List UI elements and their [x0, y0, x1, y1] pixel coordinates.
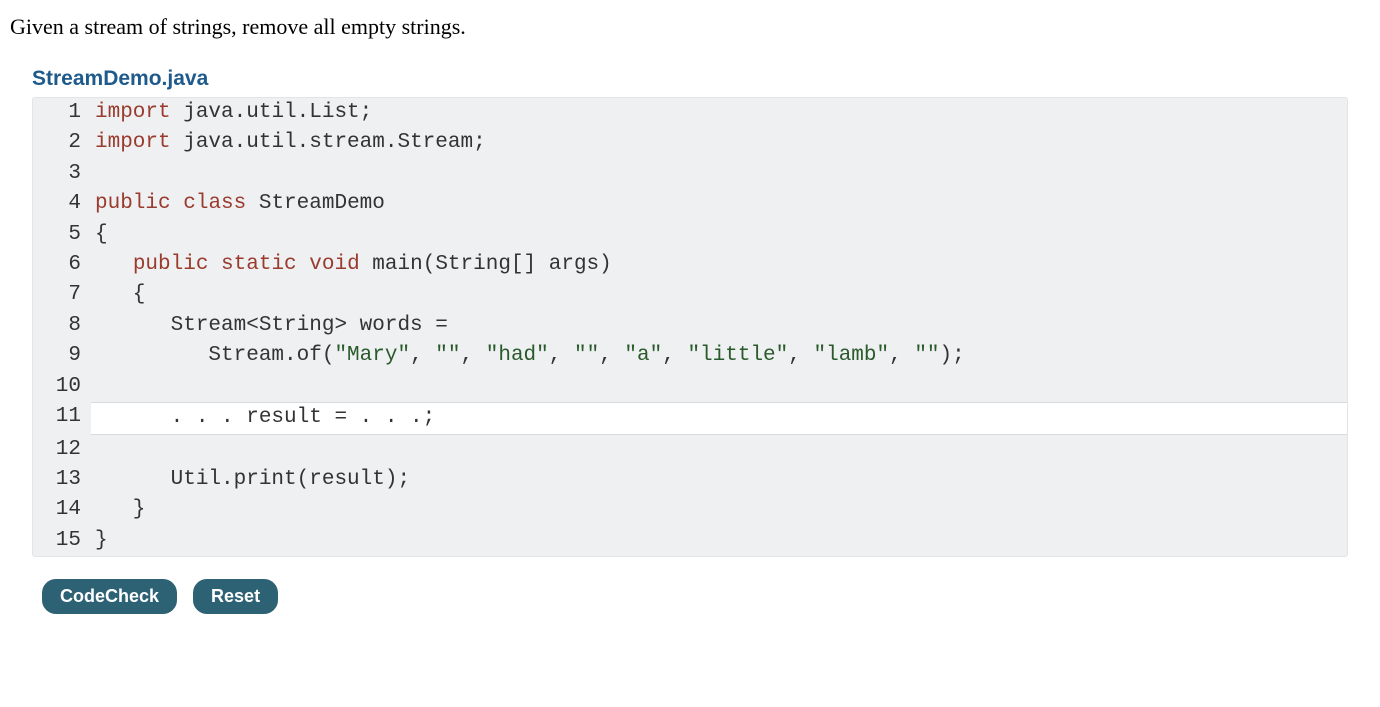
problem-statement: Given a stream of strings, remove all em… [10, 12, 1370, 43]
static-code-line: public class StreamDemo [91, 189, 1347, 219]
code-line: 9 Stream.of("Mary", "", "had", "", "a", … [33, 341, 1347, 371]
static-code-line: } [91, 495, 1347, 525]
button-bar: CodeCheck Reset [42, 579, 1370, 614]
static-code-line: { [91, 280, 1347, 310]
line-number: 14 [33, 495, 91, 525]
static-code-line: Stream.of("Mary", "", "had", "", "a", "l… [91, 341, 1347, 371]
static-code-line [91, 435, 1347, 465]
filename-heading: StreamDemo.java [32, 67, 1370, 91]
static-code-line: Util.print(result); [91, 465, 1347, 495]
line-number: 3 [33, 159, 91, 189]
code-editor: 1import java.util.List;2import java.util… [32, 97, 1348, 558]
code-line: 6 public static void main(String[] args) [33, 250, 1347, 280]
line-number: 10 [33, 372, 91, 402]
code-line: 5{ [33, 220, 1347, 250]
line-number: 1 [33, 98, 91, 128]
static-code-line: public static void main(String[] args) [91, 250, 1347, 280]
code-line: 7 { [33, 280, 1347, 310]
static-code-line: { [91, 220, 1347, 250]
line-number: 12 [33, 435, 91, 465]
code-line: 12 [33, 435, 1347, 465]
code-line: 8 Stream<String> words = [33, 311, 1347, 341]
static-code-line [91, 372, 1347, 402]
code-line: 11 . . . result = . . .; [33, 402, 1347, 434]
line-number: 4 [33, 189, 91, 219]
code-line: 4public class StreamDemo [33, 189, 1347, 219]
code-line: 13 Util.print(result); [33, 465, 1347, 495]
code-line: 2import java.util.stream.Stream; [33, 128, 1347, 158]
codecheck-button[interactable]: CodeCheck [42, 579, 177, 614]
static-code-line: import java.util.List; [91, 98, 1347, 128]
line-number: 9 [33, 341, 91, 371]
static-code-line [91, 159, 1347, 189]
reset-button[interactable]: Reset [193, 579, 278, 614]
line-number: 15 [33, 526, 91, 556]
code-line: 10 [33, 372, 1347, 402]
line-number: 13 [33, 465, 91, 495]
code-line: 3 [33, 159, 1347, 189]
static-code-line: Stream<String> words = [91, 311, 1347, 341]
editable-code-line[interactable]: . . . result = . . .; [91, 402, 1347, 434]
line-number: 8 [33, 311, 91, 341]
static-code-line: import java.util.stream.Stream; [91, 128, 1347, 158]
code-line: 14 } [33, 495, 1347, 525]
line-number: 11 [33, 402, 91, 434]
static-code-line: } [91, 526, 1347, 556]
code-line: 15} [33, 526, 1347, 556]
line-number: 6 [33, 250, 91, 280]
line-number: 5 [33, 220, 91, 250]
code-line: 1import java.util.List; [33, 98, 1347, 128]
line-number: 2 [33, 128, 91, 158]
line-number: 7 [33, 280, 91, 310]
